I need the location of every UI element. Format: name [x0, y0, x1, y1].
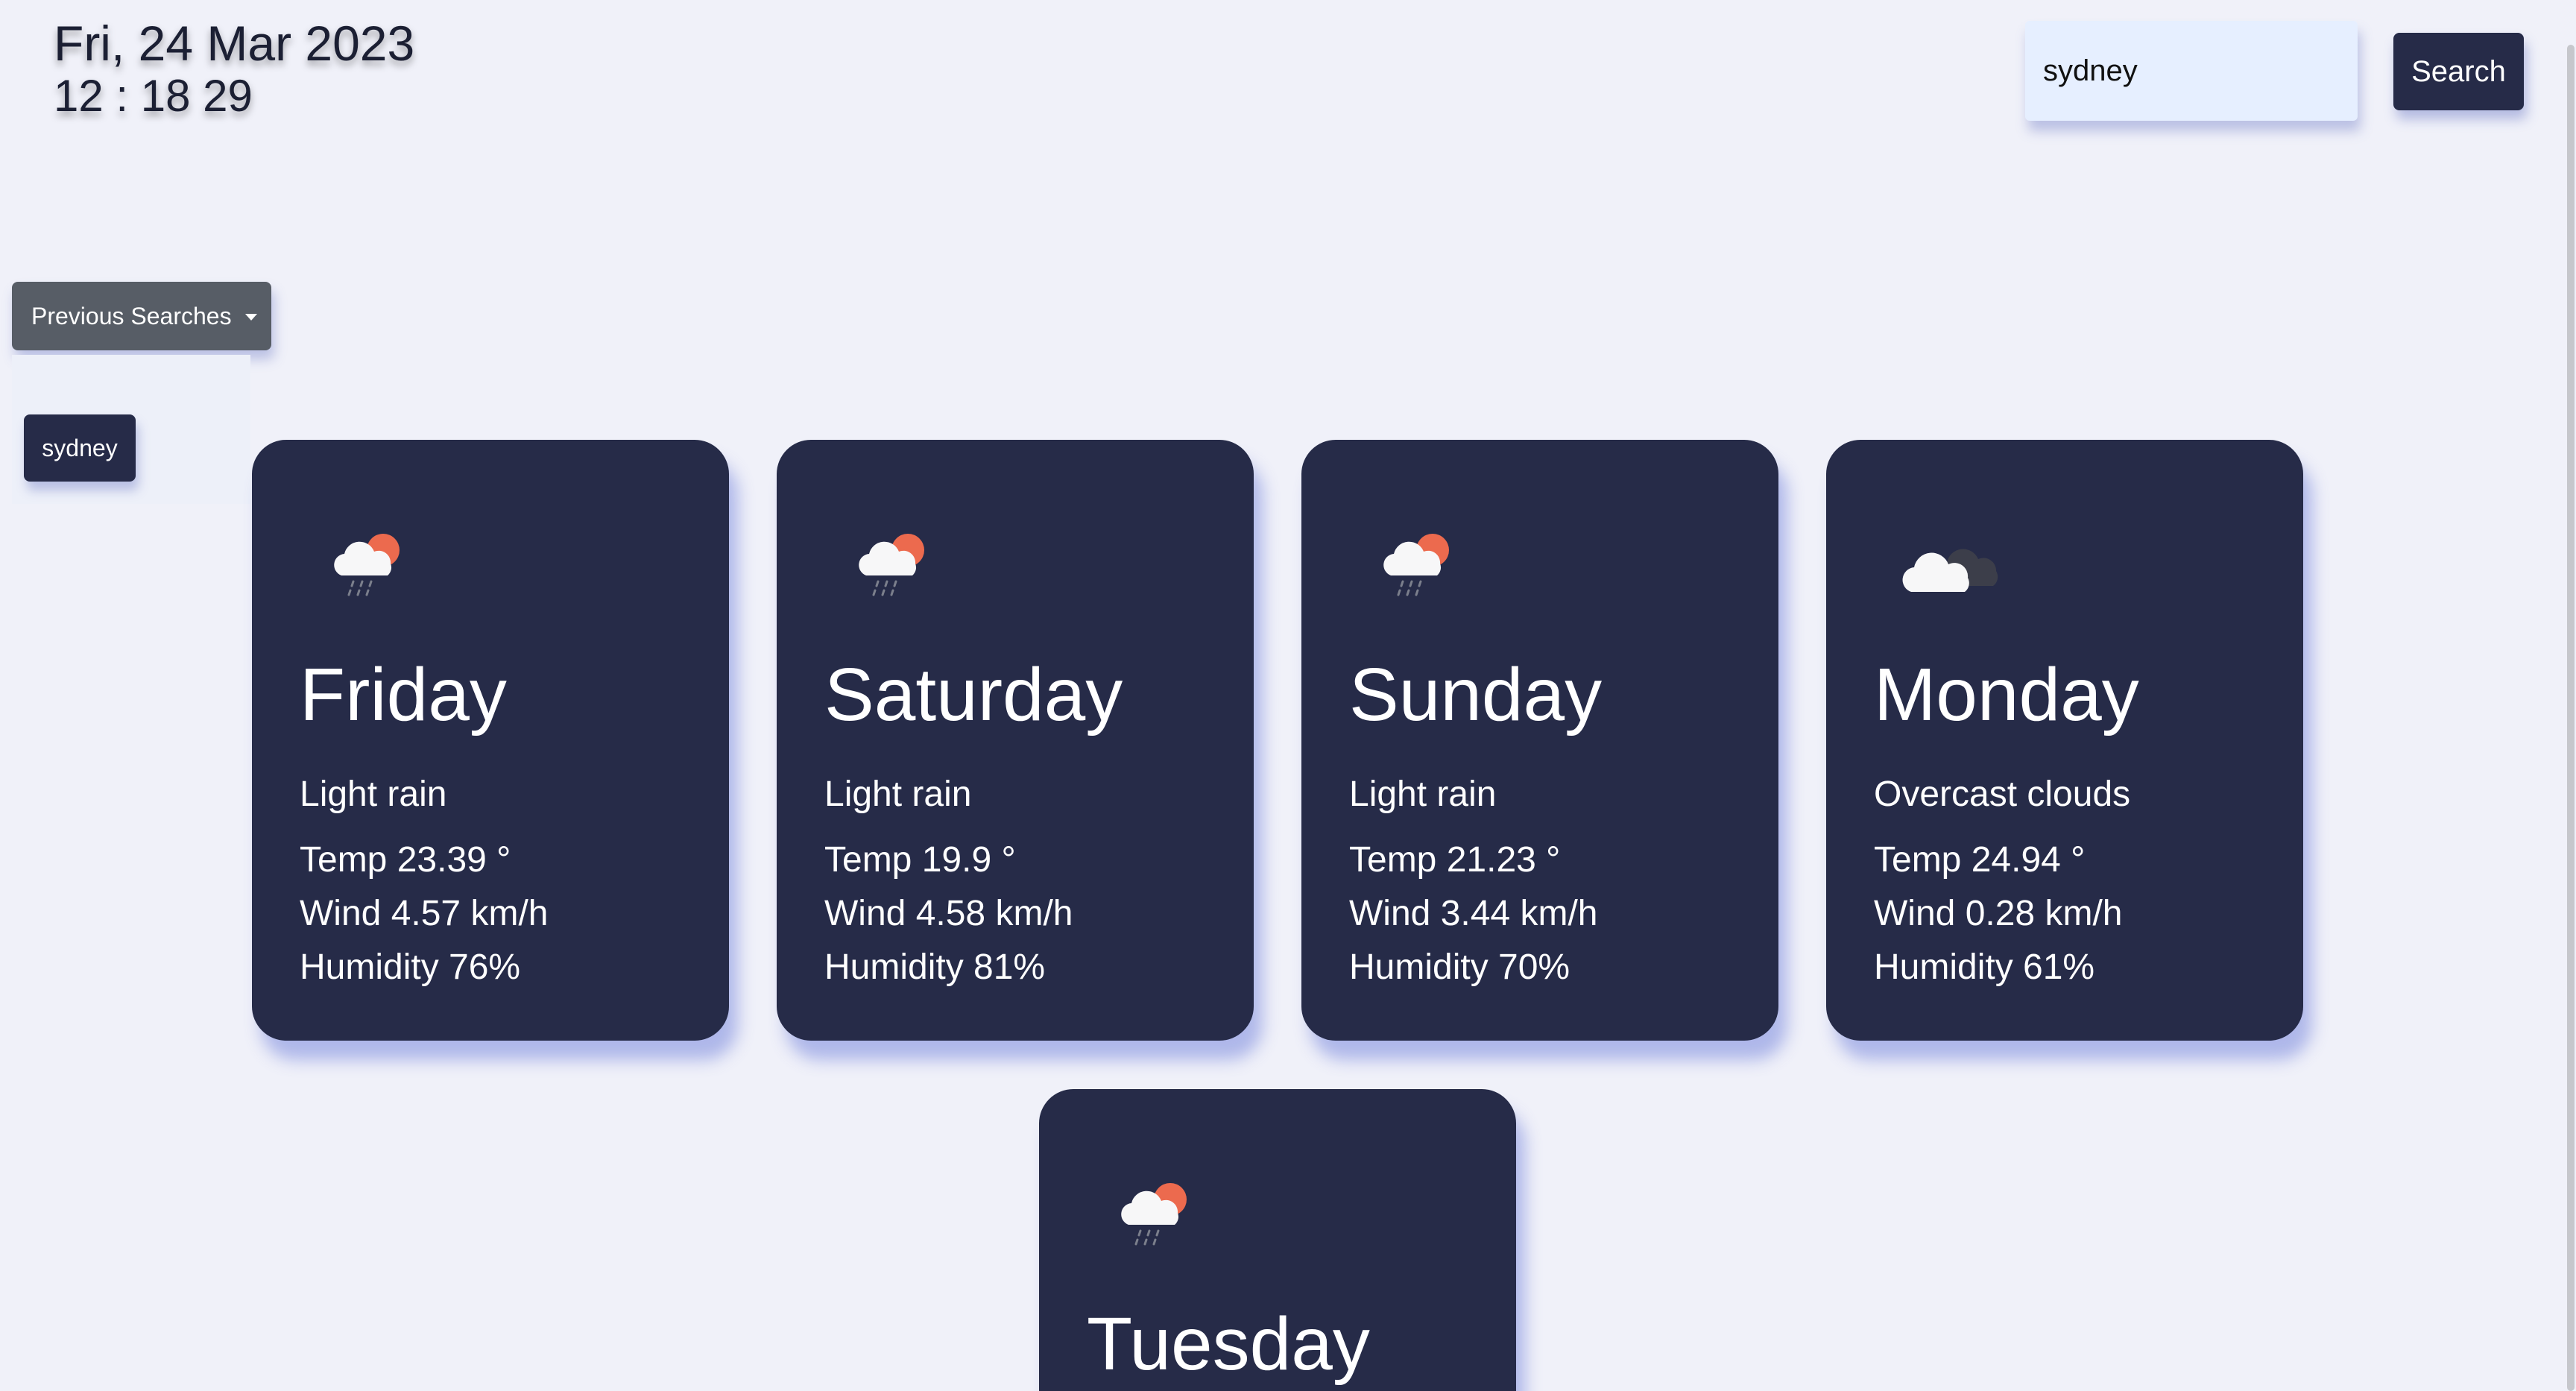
card-humidity: Humidity 61%	[1874, 947, 2095, 987]
search-input[interactable]	[2025, 21, 2358, 121]
card-wind: Wind 3.44 km/h	[1349, 894, 1598, 933]
light-rain-icon	[859, 534, 924, 596]
card-description: Overcast clouds	[1874, 775, 2131, 814]
light-rain-icon	[1121, 1183, 1187, 1246]
search-button[interactable]: Search	[2393, 33, 2524, 110]
forecast-card: Monday Overcast clouds Temp 24.94 ° Wind…	[1826, 440, 2303, 1041]
scrollbar-thumb[interactable]	[2567, 45, 2575, 1391]
card-wind: Wind 0.28 km/h	[1874, 894, 2123, 933]
overcast-clouds-icon	[1902, 549, 1998, 592]
scrollbar[interactable]	[2566, 0, 2576, 1391]
card-day: Sunday	[1349, 653, 1603, 736]
forecast-card: Friday Light rain Temp 23.39 ° Wind 4.57…	[252, 440, 729, 1041]
card-wind: Wind 4.58 km/h	[824, 894, 1073, 933]
card-description: Light rain	[300, 775, 447, 814]
card-temp: Temp 23.39 °	[300, 840, 511, 880]
card-temp: Temp 24.94 °	[1874, 840, 2086, 880]
current-date: Fri, 24 Mar 2023	[54, 16, 415, 71]
card-day: Monday	[1874, 653, 2139, 736]
card-day: Saturday	[824, 653, 1123, 736]
card-temp: Temp 19.9 °	[824, 840, 1016, 880]
previous-searches-button[interactable]: Previous Searches	[12, 282, 271, 350]
card-day: Friday	[300, 653, 507, 736]
previous-search-item[interactable]: sydney	[24, 414, 136, 482]
card-description: Light rain	[1349, 775, 1497, 814]
card-humidity: Humidity 76%	[300, 947, 521, 987]
current-time: 12 : 18 29	[54, 71, 253, 121]
light-rain-icon	[1383, 534, 1449, 596]
card-temp: Temp 21.23 °	[1349, 840, 1561, 880]
datetime: Fri, 24 Mar 2023 12 : 18 29	[54, 16, 414, 121]
forecast-card: Saturday Light rain Temp 19.9 ° Wind 4.5…	[777, 440, 1254, 1041]
card-wind: Wind 4.57 km/h	[300, 894, 549, 933]
card-day: Tuesday	[1087, 1302, 1370, 1386]
card-description: Light rain	[824, 775, 972, 814]
light-rain-icon	[334, 534, 400, 596]
previous-searches-label: Previous Searches	[31, 302, 232, 329]
card-humidity: Humidity 70%	[1349, 947, 1570, 987]
forecast-card: Tuesday	[1039, 1089, 1516, 1391]
forecast-card: Sunday Light rain Temp 21.23 ° Wind 3.44…	[1301, 440, 1778, 1041]
card-humidity: Humidity 81%	[824, 947, 1046, 987]
caret-down-icon	[244, 313, 257, 321]
